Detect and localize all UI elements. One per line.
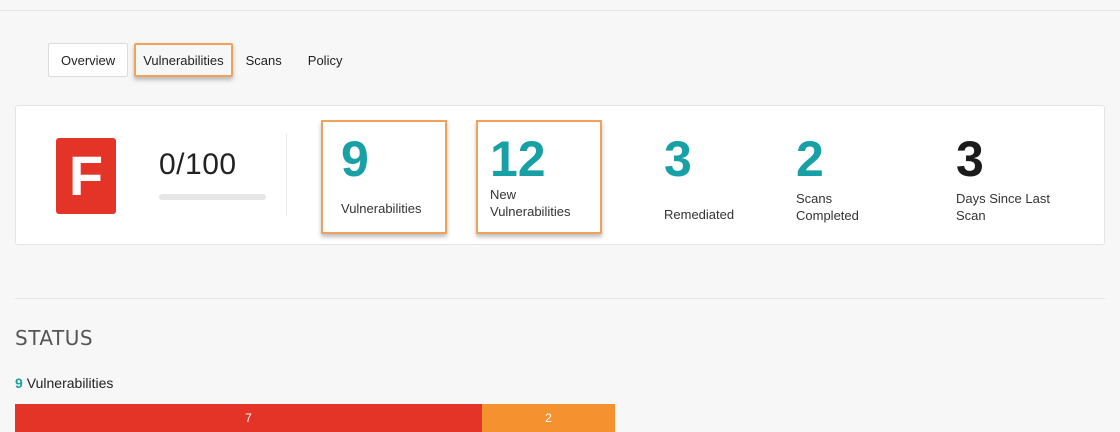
stat-scans-completed[interactable]: 2 Scans Completed [796,134,859,224]
stat-days-since-last-scan-label-line1: Days Since Last [956,191,1050,206]
status-count-value: 9 [15,375,23,391]
tab-scans[interactable]: Scans [233,43,295,77]
stat-days-since-last-scan[interactable]: 3 Days Since Last Scan [956,134,1050,224]
stat-remediated-label: Remediated [664,207,735,222]
stat-remediated[interactable]: 3 Remediated [664,134,734,223]
grade-badge: F [56,138,116,214]
stat-scans-completed-label-line2: Completed [796,208,859,223]
stat-days-since-last-scan-value: 3 [956,131,984,187]
status-count-label: Vulnerabilities [26,375,114,391]
severity-segment-critical[interactable]: 7 [15,404,482,432]
stat-remediated-value: 3 [664,131,692,187]
status-severity-bar: 7 2 [15,404,615,432]
score-value: 0/100 [159,148,237,181]
stat-new-vulnerabilities-label: New Vulnerabilities [490,186,600,220]
stat-vulnerabilities-value: 9 [341,131,369,187]
score-progress-bar [159,194,266,200]
summary-divider [286,134,287,216]
status-vulnerability-count: 9 Vulnerabilities [15,375,113,391]
stat-scans-completed-label: Scans Completed [796,190,859,224]
stat-vulnerabilities-label: Vulnerabilities [341,201,422,216]
summary-card: F 0/100 9 Vulnerabilities 12 New Vulnera… [15,105,1105,245]
stat-days-since-last-scan-label-line2: Scan [956,208,986,223]
stat-scans-completed-value: 2 [796,131,824,187]
status-heading: STATUS [15,326,94,350]
section-divider [15,298,1105,299]
tab-policy[interactable]: Policy [295,43,356,77]
top-divider [0,10,1120,11]
stat-new-vulnerabilities-value: 12 [490,131,546,187]
stat-scans-completed-label-line1: Scans [796,191,833,206]
tab-bar: Overview Vulnerabilities Scans Policy [48,42,355,78]
stat-new-vulnerabilities-label-line1: New [490,187,517,202]
stat-new-vulnerabilities-label-line2: Vulnerabilities [490,204,571,219]
grade-letter: F [68,144,104,207]
tab-overview[interactable]: Overview [48,43,129,77]
stat-days-since-last-scan-label: Days Since Last Scan [956,190,1050,224]
stat-new-vulnerabilities[interactable]: 12 New Vulnerabilities [476,120,602,234]
stat-vulnerabilities[interactable]: 9 Vulnerabilities [321,120,447,234]
severity-segment-high[interactable]: 2 [482,404,615,432]
tab-vulnerabilities[interactable]: Vulnerabilities [134,43,233,77]
